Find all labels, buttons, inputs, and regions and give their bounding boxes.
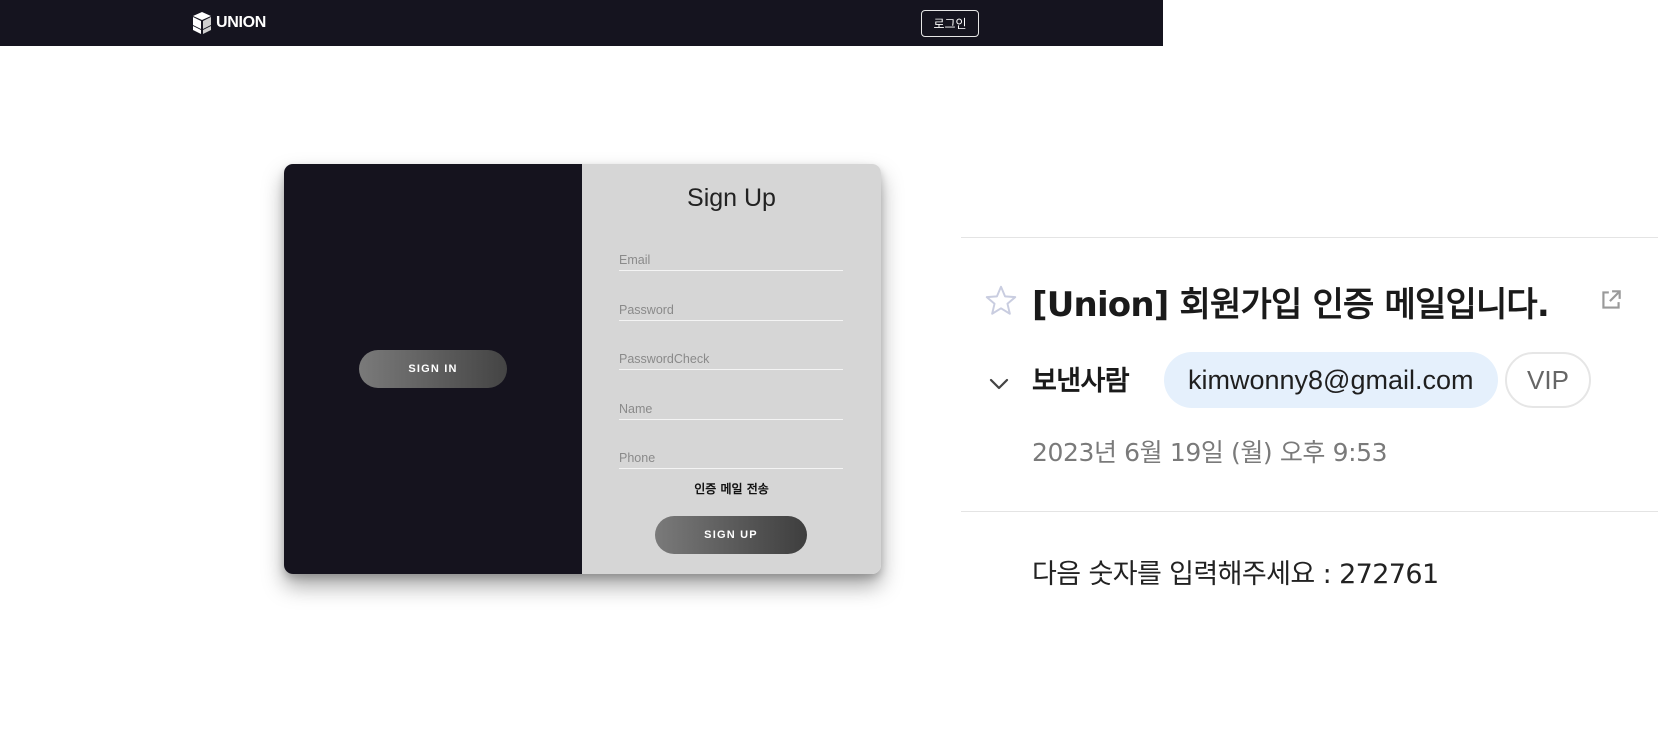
phone-field-wrapper [619, 443, 843, 469]
signup-panel: Sign Up 인증 메일 전송 SIGN UP [582, 164, 881, 574]
signin-panel: SIGN IN [284, 164, 582, 574]
divider [961, 511, 1658, 512]
divider [961, 237, 1658, 238]
password-check-field[interactable] [619, 344, 843, 369]
password-field-wrapper [619, 295, 843, 321]
top-navbar: UNION 로그인 [0, 0, 1163, 46]
sign-up-button[interactable]: SIGN UP [655, 516, 807, 554]
cube-stack-icon [193, 12, 211, 34]
email-field-wrapper [619, 245, 843, 271]
external-link-icon[interactable] [1598, 287, 1624, 313]
email-field[interactable] [619, 245, 843, 270]
mail-date: 2023년 6월 19일 (월) 오후 9:53 [1032, 438, 1388, 467]
sign-in-button[interactable]: SIGN IN [359, 350, 507, 388]
sender-label: 보낸사람 [1032, 366, 1130, 397]
mail-body: 다음 숫자를 입력해주세요 : 272761 [1032, 559, 1439, 590]
email-view: [Union] 회원가입 인증 메일입니다. 보낸사람 kimwonny8@gm… [961, 237, 1658, 590]
logo[interactable]: UNION [191, 11, 266, 35]
name-field[interactable] [619, 394, 843, 419]
sender-email-chip[interactable]: kimwonny8@gmail.com [1164, 352, 1498, 408]
name-field-wrapper [619, 394, 843, 420]
star-icon[interactable] [983, 283, 1019, 319]
login-button[interactable]: 로그인 [921, 10, 979, 37]
password-field[interactable] [619, 295, 843, 320]
chevron-down-icon[interactable] [987, 372, 1011, 396]
password-check-field-wrapper [619, 344, 843, 370]
logo-text: UNION [216, 14, 267, 31]
phone-field[interactable] [619, 443, 843, 468]
send-verification-mail-link[interactable]: 인증 메일 전송 [582, 480, 881, 497]
auth-card: SIGN IN Sign Up 인증 메일 전송 SIGN UP [284, 164, 881, 574]
mail-subject: [Union] 회원가입 인증 메일입니다. [1032, 285, 1550, 325]
vip-button[interactable]: VIP [1505, 352, 1591, 408]
signup-title: Sign Up [687, 184, 776, 212]
